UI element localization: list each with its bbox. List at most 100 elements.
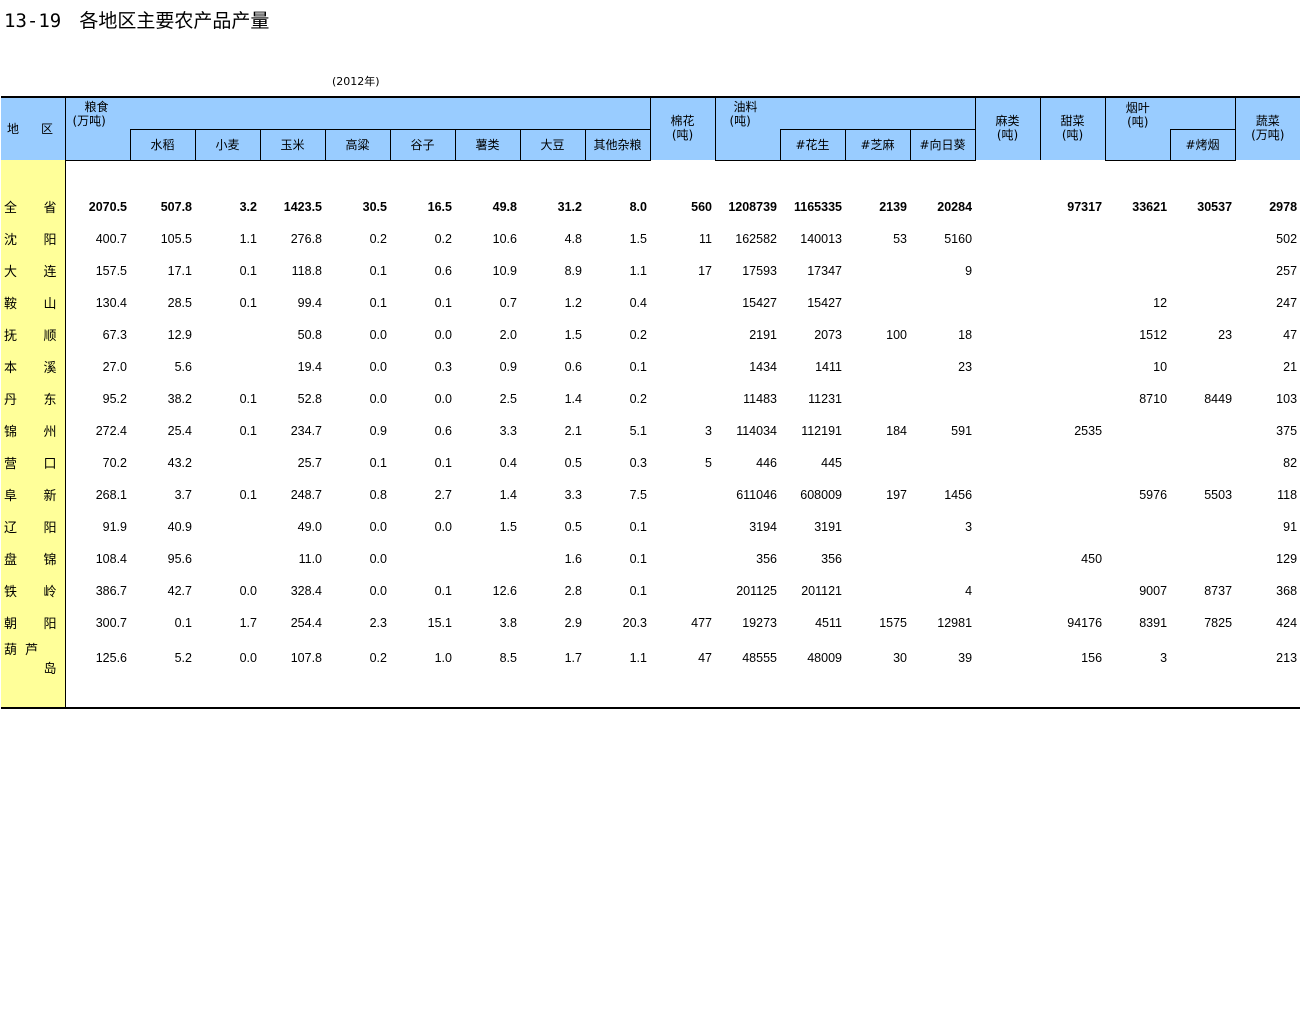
header-hemp: 麻类 (吨) — [974, 96, 1041, 160]
table-cell: 7.5 — [629, 487, 647, 502]
table-cell — [650, 287, 715, 319]
table-cell — [1170, 543, 1235, 575]
region-name: 阜新 — [1, 478, 66, 511]
table-cell — [975, 575, 1040, 607]
table-cell: 328.4 — [290, 583, 322, 598]
table-cell: 140013 — [800, 231, 842, 246]
table-cell: 12 — [1153, 295, 1168, 310]
header-region-1: 地 — [7, 122, 20, 136]
table-cell — [1040, 447, 1105, 479]
header-oil-unit: (吨) — [729, 113, 751, 128]
table-cell: 8.0 — [629, 199, 647, 214]
table-cell — [650, 511, 715, 543]
table-cell: 0.4 — [629, 295, 647, 310]
region-name-part2: 山 — [43, 297, 57, 312]
table-cell: 8710 — [1139, 391, 1168, 406]
table-cell: 0.0 — [434, 519, 452, 534]
table-cell: 1.6 — [564, 551, 582, 566]
table-cell: 0.1 — [434, 295, 452, 310]
region-name: 全省 — [1, 190, 66, 223]
table-cell: 2535 — [1074, 423, 1103, 438]
table-cell: 0.0 — [434, 327, 452, 342]
table-cell: 0.0 — [369, 519, 387, 534]
table-cell: 31.2 — [557, 199, 582, 214]
table-cell — [1040, 511, 1105, 543]
table-row: 葫芦岛 125.6 5.2 0.0 107.8 0.2 1.0 8.5 1.7 1.1 47 4855… — [1, 638, 1300, 677]
table-cell: 17 — [698, 263, 712, 278]
table-cell: 0.0 — [239, 650, 257, 665]
header-millet: 谷子 — [389, 128, 455, 161]
table-cell — [975, 607, 1040, 639]
table-cell — [845, 255, 910, 287]
table-row: 朝阳 300.7 0.1 1.7 254.4 2.3 15.1 3.8 2.9 20.3 477 19… — [1, 606, 1300, 639]
table-row: 抚顺 67.3 12.9 50.8 0.0 0.0 2.0 1.5 0.2 2191 2073 100… — [1, 318, 1300, 351]
header-tubers: 薯类 — [454, 128, 520, 161]
table-cell: 0.1 — [629, 519, 647, 534]
table-cell: 12.9 — [167, 327, 192, 342]
table-cell: 2.7 — [434, 487, 452, 502]
table-cell: 3 — [705, 423, 712, 438]
region-name: 抚顺 — [1, 318, 66, 351]
table-cell: 20284 — [937, 199, 973, 214]
table-cell: 2.9 — [564, 615, 582, 630]
table-cell: 156 — [1081, 650, 1103, 665]
table-cell: 0.5 — [564, 519, 582, 534]
table-cell: 0.1 — [369, 295, 387, 310]
table-cell — [1040, 383, 1105, 415]
header-hemp-label: 麻类 — [995, 114, 1020, 128]
table-cell: 375 — [1276, 423, 1298, 438]
table-cell: 5.6 — [174, 359, 192, 374]
table-cell: 0.2 — [629, 391, 647, 406]
table-cell — [1170, 639, 1235, 677]
table-cell — [910, 383, 975, 415]
header-rice: 水稻 — [129, 128, 195, 161]
table-cell: 21 — [1283, 359, 1298, 374]
table-cell: 49.8 — [492, 199, 517, 214]
header-tobacco-total-blank — [1104, 129, 1171, 161]
table-cell: 1.1 — [629, 650, 647, 665]
table-cell: 30.5 — [362, 199, 387, 214]
table-cell: 0.0 — [369, 583, 387, 598]
table-cell: 5.2 — [174, 650, 192, 665]
table-row: 本溪 27.0 5.6 19.4 0.0 0.3 0.9 0.6 0.1 1434 1411 23 10… — [1, 350, 1300, 383]
table-cell: 257 — [1276, 263, 1298, 278]
table-cell: 502 — [1276, 231, 1298, 246]
table-row: 阜新 268.1 3.7 0.1 248.7 0.8 2.7 1.4 3.3 7.5 611046 6… — [1, 478, 1300, 511]
region-name-part2: 州 — [43, 425, 57, 440]
table-cell — [845, 287, 910, 319]
table-cell — [1040, 351, 1105, 383]
table-cell — [975, 191, 1040, 223]
table-cell: 8391 — [1139, 615, 1168, 630]
region-name-part1: 铁 — [4, 585, 18, 600]
table-cell — [975, 639, 1040, 677]
table-cell: 2191 — [749, 327, 777, 342]
region-name-part1: 沈 — [4, 233, 18, 248]
table-cell: 17593 — [742, 263, 777, 278]
region-name: 铁岭 — [1, 574, 66, 607]
header-flue-cured: #烤烟 — [1169, 128, 1236, 161]
table-cell — [650, 575, 715, 607]
table-cell: 0.9 — [369, 423, 387, 438]
table-cell: 42.7 — [167, 583, 192, 598]
table-cell: 1.5 — [564, 327, 582, 342]
table-cell: 0.0 — [369, 327, 387, 342]
header-oil: 油料 (吨) — [714, 96, 780, 129]
table-cell: 1.4 — [499, 487, 517, 502]
table-cell: 1208739 — [728, 199, 777, 214]
table-cell: 2139 — [879, 199, 907, 214]
region-name-part2: 阳 — [43, 617, 57, 632]
table-cell: 30537 — [1197, 199, 1233, 214]
table-cell: 49.0 — [297, 519, 322, 534]
region-name-part2: 口 — [43, 457, 57, 472]
table-cell: 272.4 — [95, 423, 127, 438]
region-name-part1: 营 — [4, 457, 18, 472]
table-cell: 3194 — [749, 519, 777, 534]
table-cell: 4.8 — [564, 231, 582, 246]
table-cell — [650, 479, 715, 511]
table-cell: 1512 — [1139, 327, 1168, 342]
header-oil-span — [780, 96, 976, 129]
table-cell: 2.5 — [499, 391, 517, 406]
table-cell: 0.1 — [239, 263, 257, 278]
table-cell: 0.0 — [434, 391, 452, 406]
table-cell: 112191 — [801, 423, 842, 438]
